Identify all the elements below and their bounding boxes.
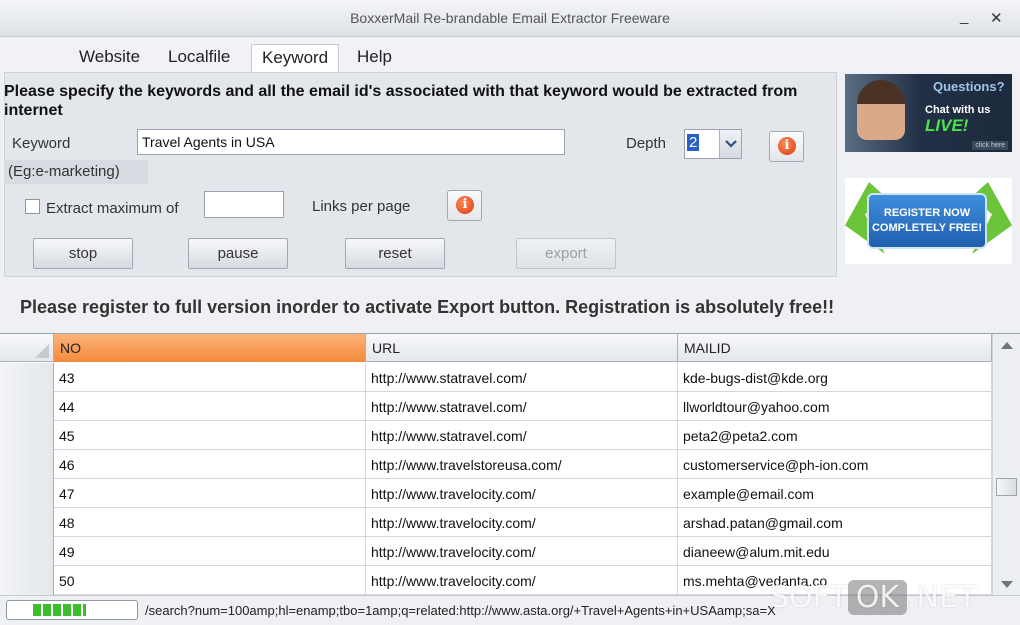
row-header[interactable] xyxy=(0,392,54,421)
table-row[interactable]: 49 http://www.travelocity.com/dianeew@alu… xyxy=(0,537,992,566)
table-row[interactable]: 44 http://www.statravel.com/llworldtour@y… xyxy=(0,392,992,421)
cell-mailid[interactable]: example@email.com xyxy=(678,479,992,508)
depth-select[interactable]: 2 xyxy=(684,129,742,159)
cell-url[interactable]: http://www.travelocity.com/ xyxy=(366,508,678,537)
select-all-corner[interactable] xyxy=(0,334,54,362)
extract-max-input[interactable] xyxy=(204,191,284,218)
cell-url[interactable]: http://www.statravel.com/ xyxy=(366,392,678,421)
keyword-description: Please specify the keywords and all the … xyxy=(4,83,798,119)
register-line-1: REGISTER NOW xyxy=(883,207,971,219)
click-here-text: click here xyxy=(972,141,1008,150)
links-info-button[interactable]: i xyxy=(447,190,482,221)
extract-max-label: Extract maximum of xyxy=(46,200,179,217)
cell-no[interactable]: 48 xyxy=(54,508,366,537)
table-row[interactable]: 45 http://www.statravel.com/peta2@peta2.c… xyxy=(0,421,992,450)
depth-info-button[interactable]: i xyxy=(769,131,804,162)
tab-help[interactable]: Help xyxy=(347,44,402,72)
cell-mailid[interactable]: customerservice@ph-ion.com xyxy=(678,450,992,479)
progress-fill xyxy=(33,604,86,616)
live-text: LIVE! xyxy=(925,116,969,135)
close-button[interactable]: ✕ xyxy=(990,9,1003,27)
window-title: BoxxerMail Re-brandable Email Extractor … xyxy=(350,10,670,26)
register-box: REGISTER NOW COMPLETELY FREE! xyxy=(867,193,987,249)
cell-url[interactable]: http://www.travelstoreusa.com/ xyxy=(366,450,678,479)
row-header[interactable] xyxy=(0,450,54,479)
progress-bar xyxy=(6,600,138,620)
chevron-down-icon[interactable] xyxy=(719,130,741,158)
row-header[interactable] xyxy=(0,566,54,595)
keyword-label: Keyword xyxy=(12,135,71,152)
cell-no[interactable]: 43 xyxy=(54,363,366,392)
table-row[interactable]: 43 http://www.statravel.com/kde-bugs-dist… xyxy=(0,363,992,392)
tab-keyword[interactable]: Keyword xyxy=(251,44,340,72)
info-icon: i xyxy=(456,196,474,214)
extract-max-checkbox[interactable] xyxy=(25,199,40,214)
support-agent-image xyxy=(857,80,905,140)
column-header-mailid[interactable]: MAILID xyxy=(678,334,992,362)
cell-mailid[interactable]: arshad.patan@gmail.com xyxy=(678,508,992,537)
cell-no[interactable]: 44 xyxy=(54,392,366,421)
tab-localfile[interactable]: Localfile xyxy=(158,44,240,72)
cell-no[interactable]: 45 xyxy=(54,421,366,450)
cell-url[interactable]: http://www.travelocity.com/ xyxy=(366,537,678,566)
cell-url[interactable]: http://www.travelocity.com/ xyxy=(366,566,678,595)
cell-url[interactable]: http://www.statravel.com/ xyxy=(366,363,678,392)
minimize-button[interactable]: _ xyxy=(960,8,968,25)
grid-header: NO URL MAILID xyxy=(0,334,992,362)
column-header-url[interactable]: URL xyxy=(366,334,678,362)
column-header-no[interactable]: NO xyxy=(54,334,366,362)
row-header[interactable] xyxy=(0,508,54,537)
info-icon: i xyxy=(778,137,796,155)
row-header[interactable] xyxy=(0,537,54,566)
status-url: /search?num=100amp;hl=enamp;tbo=1amp;q=r… xyxy=(145,603,776,618)
cell-mailid[interactable]: kde-bugs-dist@kde.org xyxy=(678,363,992,392)
table-row[interactable]: 48 http://www.travelocity.com/arshad.pata… xyxy=(0,508,992,537)
table-row[interactable]: 46 http://www.travelstoreusa.com/customer… xyxy=(0,450,992,479)
cell-mailid[interactable]: llworldtour@yahoo.com xyxy=(678,392,992,421)
watermark-logo: SOFT OK .NET xyxy=(770,580,977,615)
chat-text: Chat with us xyxy=(925,104,991,116)
register-line-2: COMPLETELY FREE! xyxy=(871,222,983,234)
row-header[interactable] xyxy=(0,421,54,450)
row-header[interactable] xyxy=(0,479,54,508)
cell-no[interactable]: 46 xyxy=(54,450,366,479)
cell-no[interactable]: 49 xyxy=(54,537,366,566)
menu-bar: Website Localfile Keyword Help xyxy=(0,38,1020,72)
export-button[interactable]: export xyxy=(516,238,616,269)
scroll-up-icon[interactable] xyxy=(997,338,1017,354)
tab-website[interactable]: Website xyxy=(69,44,150,72)
keyword-example: (Eg:e-marketing) xyxy=(4,160,148,184)
depth-label: Depth xyxy=(626,135,667,152)
vertical-scrollbar[interactable] xyxy=(992,334,1020,595)
register-banner[interactable]: REGISTER NOW COMPLETELY FREE! xyxy=(845,178,1012,264)
cell-url[interactable]: http://www.travelocity.com/ xyxy=(366,479,678,508)
pause-button[interactable]: pause xyxy=(188,238,288,269)
chat-live-banner[interactable]: Questions? Chat with us LIVE! click here xyxy=(845,74,1012,152)
results-grid[interactable]: NO URL MAILID 43 http://www.statravel.com… xyxy=(0,333,1020,595)
cell-mailid[interactable]: dianeew@alum.mit.edu xyxy=(678,537,992,566)
stop-button[interactable]: stop xyxy=(33,238,133,269)
scroll-thumb[interactable] xyxy=(996,478,1017,496)
table-row[interactable]: 47 http://www.travelocity.com/example@ema… xyxy=(0,479,992,508)
scroll-down-icon[interactable] xyxy=(997,576,1017,592)
cell-url[interactable]: http://www.statravel.com/ xyxy=(366,421,678,450)
questions-text: Questions? xyxy=(933,79,1005,94)
cell-no[interactable]: 50 xyxy=(54,566,366,595)
links-per-page-label: Links per page xyxy=(312,198,411,215)
row-header[interactable] xyxy=(0,363,54,392)
keyword-input[interactable]: Travel Agents in USA xyxy=(137,129,565,155)
title-bar: BoxxerMail Re-brandable Email Extractor … xyxy=(0,0,1020,37)
cell-no[interactable]: 47 xyxy=(54,479,366,508)
depth-value: 2 xyxy=(687,134,700,151)
register-notice: Please register to full version inorder … xyxy=(20,297,835,317)
reset-button[interactable]: reset xyxy=(345,238,445,269)
cell-mailid[interactable]: peta2@peta2.com xyxy=(678,421,992,450)
